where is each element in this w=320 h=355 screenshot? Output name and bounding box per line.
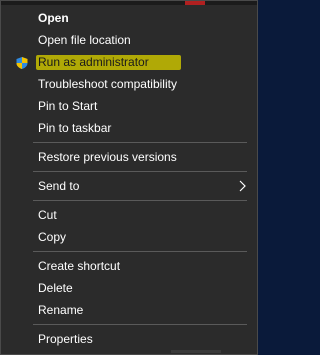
menu-item-pin-to-start[interactable]: Pin to Start: [1, 95, 257, 117]
context-menu: Open Open file location Run as administr…: [0, 0, 258, 355]
bottom-edge-detail: [171, 350, 221, 353]
menu-item-open[interactable]: Open: [1, 7, 257, 29]
menu-item-label: Copy: [38, 230, 67, 244]
menu-item-copy[interactable]: Copy: [1, 226, 257, 248]
menu-item-label: Restore previous versions: [38, 150, 177, 164]
menu-separator: [33, 171, 247, 172]
menu-item-properties[interactable]: Properties: [1, 328, 257, 350]
menu-item-run-as-administrator[interactable]: Run as administrator: [1, 51, 257, 73]
menu-item-label: Cut: [38, 208, 57, 222]
menu-separator: [33, 251, 247, 252]
menu-item-restore-previous-versions[interactable]: Restore previous versions: [1, 146, 257, 168]
menu-item-label: Pin to taskbar: [38, 121, 112, 135]
menu-item-label: Rename: [38, 303, 84, 317]
menu-item-rename[interactable]: Rename: [1, 299, 257, 321]
menu-separator: [33, 324, 247, 325]
menu-item-pin-to-taskbar[interactable]: Pin to taskbar: [1, 117, 257, 139]
menu-item-label: Delete: [38, 281, 73, 295]
menu-separator: [33, 142, 247, 143]
menu-item-delete[interactable]: Delete: [1, 277, 257, 299]
chevron-right-icon: [237, 179, 247, 193]
menu-item-create-shortcut[interactable]: Create shortcut: [1, 255, 257, 277]
menu-item-open-file-location[interactable]: Open file location: [1, 29, 257, 51]
top-edge: [1, 1, 257, 5]
menu-item-cut[interactable]: Cut: [1, 204, 257, 226]
menu-item-label: Properties: [38, 332, 93, 346]
shield-icon: [15, 56, 29, 70]
menu-item-send-to[interactable]: Send to: [1, 175, 257, 197]
menu-item-label: Run as administrator: [38, 55, 149, 69]
menu-item-label: Create shortcut: [38, 259, 121, 273]
menu-item-label: Open file location: [38, 33, 131, 47]
menu-item-label: Pin to Start: [38, 99, 98, 113]
menu-item-label: Send to: [38, 179, 80, 193]
menu-item-troubleshoot-compatibility[interactable]: Troubleshoot compatibility: [1, 73, 257, 95]
menu-item-label: Open: [38, 11, 69, 25]
top-edge-accent: [185, 1, 205, 5]
menu-item-label: Troubleshoot compatibility: [38, 77, 177, 91]
menu-separator: [33, 200, 247, 201]
